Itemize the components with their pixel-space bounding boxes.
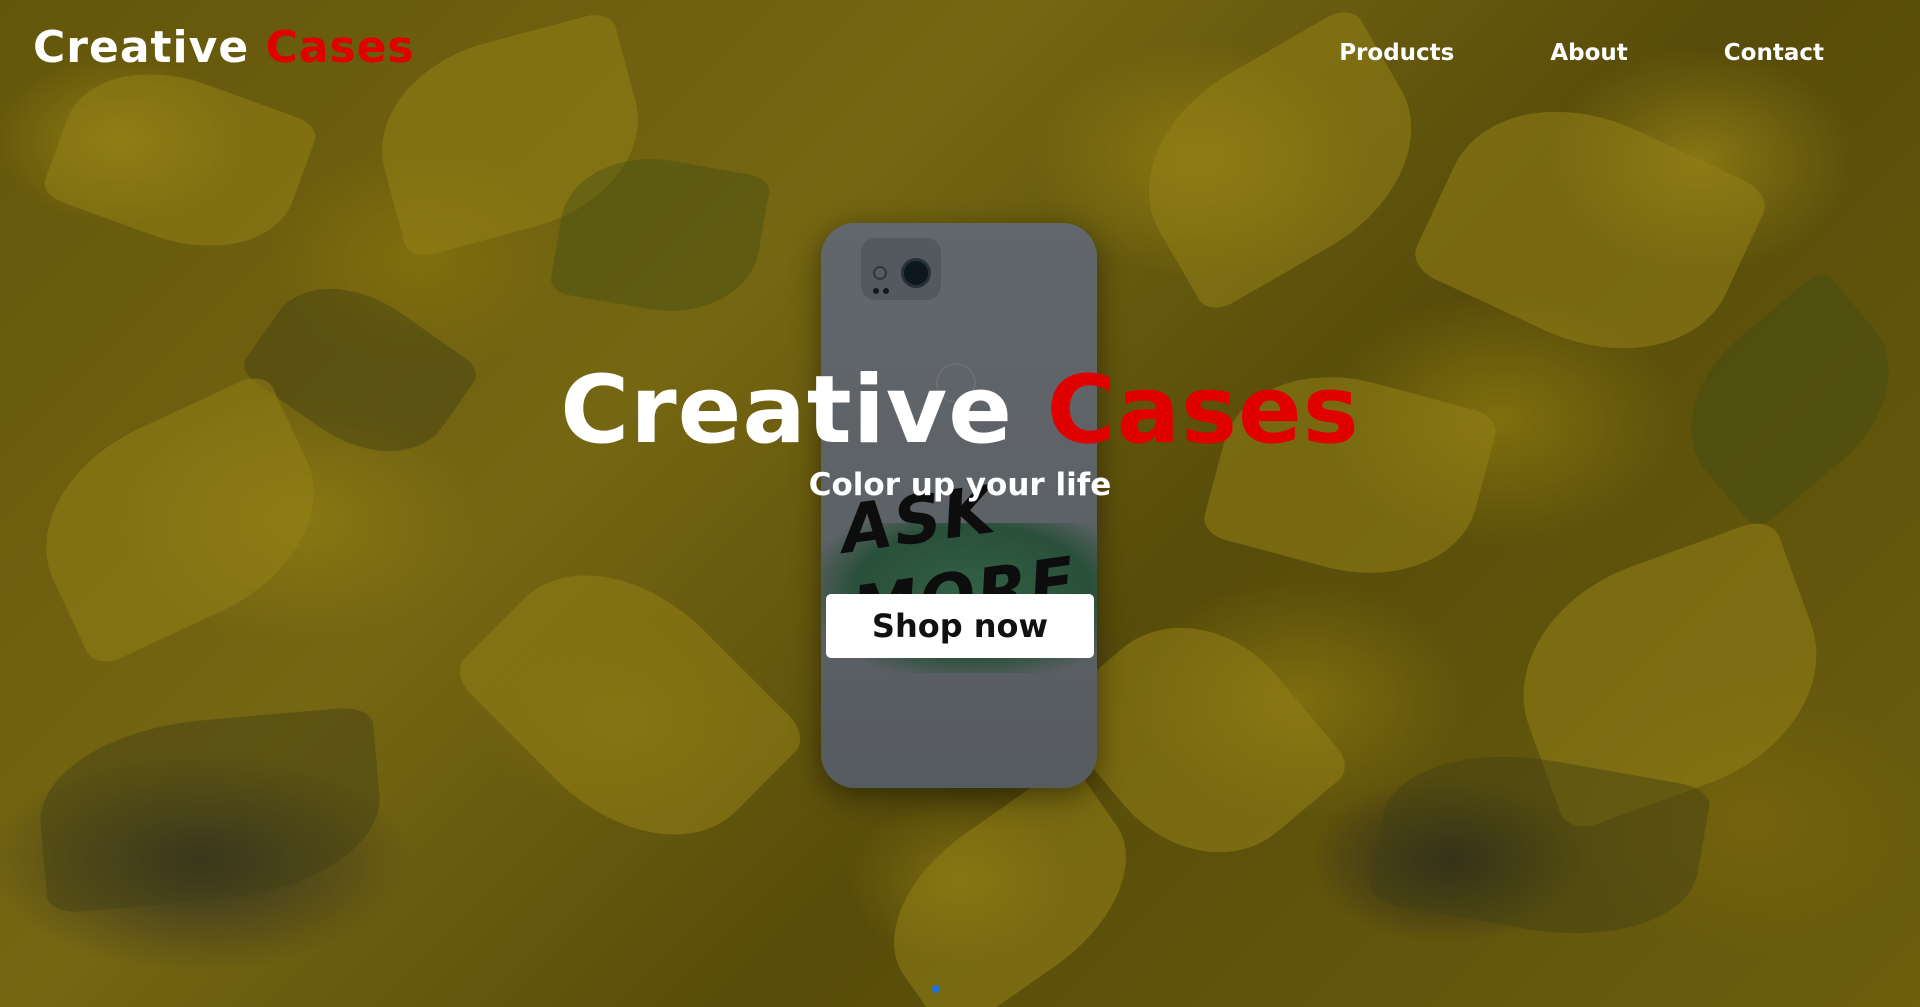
carousel-indicator-dot[interactable] [932,985,940,993]
top-navbar: Creative Cases Products About Contact [0,0,1920,110]
logo-text-white: Creative [33,22,250,73]
nav-link-contact[interactable]: Contact [1724,40,1824,66]
hero-title: Creative Cases [0,356,1920,465]
hero-title-white: Creative [560,356,1013,465]
dark-overlay [0,0,1920,1007]
site-logo[interactable]: Creative Cases [33,22,415,73]
hero-title-red: Cases [1046,356,1360,465]
nav-link-about[interactable]: About [1550,40,1627,66]
shop-now-button[interactable]: Shop now [826,594,1094,658]
hero-tagline: Color up your life [808,467,1112,503]
nav-link-products[interactable]: Products [1339,40,1454,66]
logo-text-red: Cases [265,22,415,73]
hero-background: ASK MORE Creative Cases Products About C… [0,0,1920,1007]
nav-links: Products About Contact [1339,40,1824,66]
